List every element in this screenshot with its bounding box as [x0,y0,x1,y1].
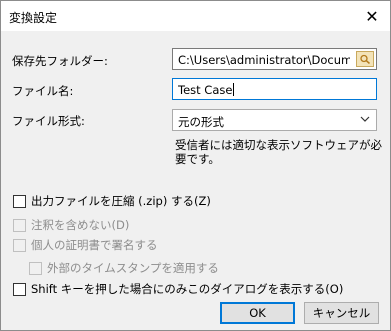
filename-label: ファイル名: [12,84,74,98]
folder-field[interactable]: C:\Users\administrator\Documents [172,48,377,70]
sign-certificate-label: 個人の証明書で署名する [31,238,158,252]
filename-text-wrap: Test Case [178,83,235,97]
folder-label: 保存先フォルダー: [12,54,108,68]
compress-zip-checkbox[interactable] [13,194,26,208]
window-title: 変換設定 [9,11,58,25]
close-button[interactable]: ✕ [360,5,384,27]
format-select[interactable]: 元の形式 [172,109,377,131]
show-on-shift-checkbox[interactable] [13,282,26,296]
sign-certificate-checkbox[interactable] [13,238,26,252]
title-bar: 変換設定 ✕ [1,1,390,31]
folder-path: C:\Users\administrator\Documents [178,53,350,67]
text-caret [233,83,235,96]
external-timestamp-checkbox[interactable] [29,261,42,275]
filename-field[interactable]: Test Case [172,78,377,100]
close-icon: ✕ [365,6,379,26]
option-external-timestamp[interactable]: 外部のタイムスタンプを適用する [29,260,219,276]
option-exclude-annotations[interactable]: 注釈を含めない(D) [13,217,129,233]
filename-value: Test Case [178,83,233,97]
external-timestamp-label: 外部のタイムスタンプを適用する [47,261,219,275]
format-note: 受信者には適切な表示ソフトウェアが必要です。 [175,138,382,166]
ok-button[interactable]: OK [220,302,295,324]
option-show-on-shift[interactable]: Shift キーを押した場合にのみこのダイアログを表示する(O) [13,281,343,297]
exclude-annotations-label: 注釈を含めない(D) [31,218,130,232]
folder-icon [360,54,370,64]
exclude-annotations-checkbox[interactable] [13,218,26,232]
option-compress-zip[interactable]: 出力ファイルを圧縮 (.zip) する(Z) [13,193,211,209]
chevron-down-icon [360,113,370,126]
format-selected-value: 元の形式 [178,115,224,129]
show-on-shift-label: Shift キーを押した場合にのみこのダイアログを表示する(O) [31,282,344,296]
option-sign-certificate[interactable]: 個人の証明書で署名する [13,237,158,253]
convert-settings-dialog: 変換設定 ✕ 保存先フォルダー: C:\Users\administrator\… [0,0,391,331]
cancel-button[interactable]: キャンセル [304,302,379,324]
compress-zip-label: 出力ファイルを圧縮 (.zip) する(Z) [31,194,211,208]
browse-folder-button[interactable] [356,51,374,67]
format-label: ファイル形式: [12,114,85,128]
